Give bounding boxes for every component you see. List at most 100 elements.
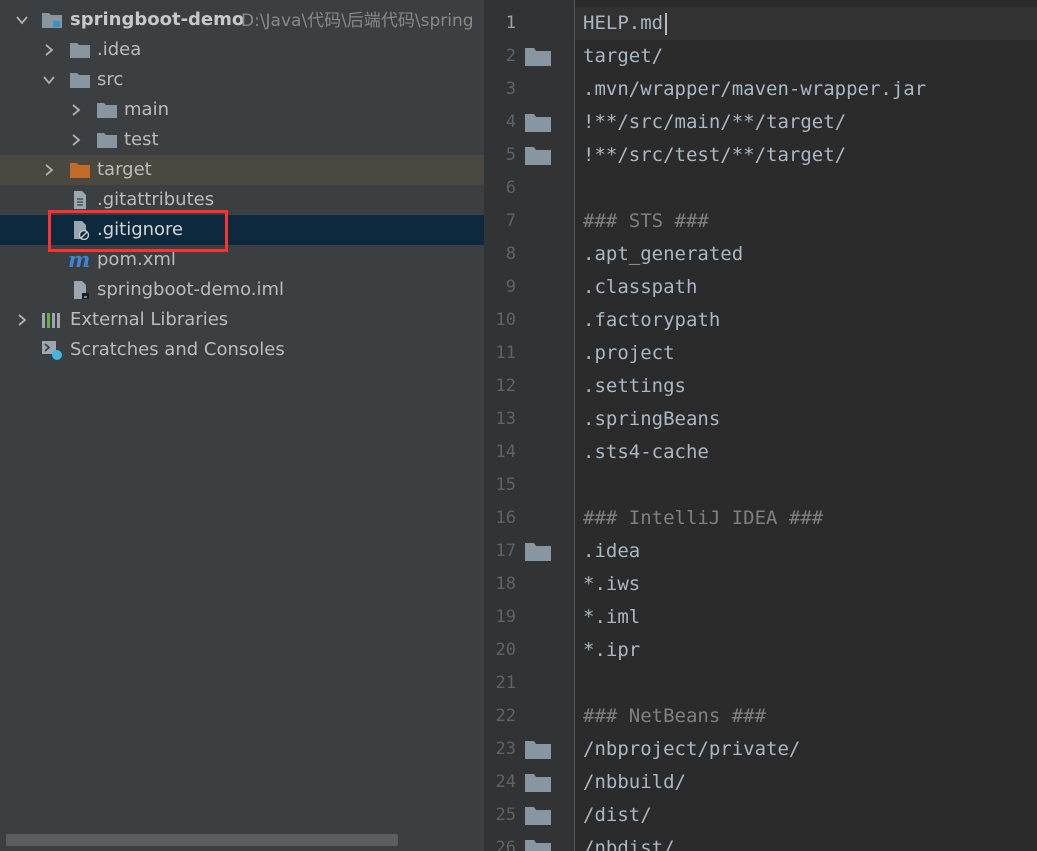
code-text[interactable]: /dist/ (583, 799, 652, 832)
line-number: 9 (505, 277, 516, 297)
code-line[interactable]: 26/nbdist/ (486, 832, 1037, 851)
tree-item-label: main (124, 99, 169, 120)
code-line[interactable]: 4 !**/src/main/**/target/ (486, 106, 1037, 139)
code-line[interactable]: 14 .sts4-cache (486, 436, 1037, 469)
code-line[interactable]: 21 (486, 667, 1037, 700)
tree-item-label: src (97, 69, 124, 90)
annotation-highlight-box (48, 210, 228, 252)
tree-item-iml[interactable]: springboot-demo.iml (0, 275, 484, 305)
code-text[interactable]: .springBeans (583, 403, 720, 436)
editor-pane[interactable]: 1 HELP.md 2 target/3 .mvn/wrapper/maven-wrap… (486, 0, 1037, 851)
code-line[interactable]: 13 .springBeans (486, 403, 1037, 436)
tree-item-idea[interactable]: .idea (0, 35, 484, 65)
code-line[interactable]: 2 target/ (486, 40, 1037, 73)
line-number: 8 (505, 244, 516, 264)
folder-icon (69, 40, 91, 60)
line-number: 15 (495, 475, 516, 495)
code-lines[interactable]: 1 HELP.md 2 target/3 .mvn/wrapper/maven-wrap… (486, 7, 1037, 851)
code-line[interactable]: 5 !**/src/test/**/target/ (486, 139, 1037, 172)
line-number: 5 (505, 145, 516, 165)
tree-item-test[interactable]: test (0, 125, 484, 155)
code-line[interactable]: 1 HELP.md (486, 7, 1037, 40)
code-text[interactable]: .apt_generated (583, 238, 743, 271)
folder-gutter-icon[interactable] (525, 774, 551, 792)
code-text[interactable]: !**/src/test/**/target/ (583, 139, 846, 172)
line-number: 14 (495, 442, 516, 462)
code-line[interactable]: 7 ### STS ### (486, 205, 1037, 238)
code-line[interactable]: 3 .mvn/wrapper/maven-wrapper.jar (486, 73, 1037, 106)
folder-gutter-icon[interactable] (525, 48, 551, 66)
code-line[interactable]: 9 .classpath (486, 271, 1037, 304)
tree-item-external-libraries[interactable]: External Libraries (0, 305, 484, 335)
folder-gutter-icon[interactable] (525, 840, 551, 851)
code-text[interactable]: .factorypath (583, 304, 720, 337)
line-number: 20 (495, 640, 516, 660)
code-text[interactable]: /nbdist/ (583, 832, 675, 851)
line-number: 11 (495, 343, 516, 363)
folder-gutter-icon[interactable] (525, 543, 551, 561)
tree-item-scratches[interactable]: Scratches and Consoles (0, 335, 484, 365)
chevron-down-icon[interactable] (41, 72, 57, 88)
code-text[interactable]: *.iml (583, 601, 640, 634)
code-text[interactable]: ### STS ### (583, 205, 709, 238)
code-text[interactable]: !**/src/main/**/target/ (583, 106, 846, 139)
tree-item-main[interactable]: main (0, 95, 484, 125)
code-line[interactable]: 23/nbproject/private/ (486, 733, 1037, 766)
chevron-right-icon[interactable] (68, 102, 84, 118)
code-text[interactable]: HELP.md (583, 7, 663, 40)
tree-item-src[interactable]: src (0, 65, 484, 95)
code-line[interactable]: 17 .idea (486, 535, 1037, 568)
tree-item-label: springboot-demo.iml (97, 279, 285, 300)
code-text[interactable]: /nbproject/private/ (583, 733, 800, 766)
line-number: 4 (505, 112, 516, 132)
code-text[interactable]: .idea (583, 535, 640, 568)
folder-gutter-icon[interactable] (525, 807, 551, 825)
chevron-right-icon[interactable] (68, 132, 84, 148)
scratches-icon (41, 340, 63, 360)
code-line[interactable]: 19 *.iml (486, 601, 1037, 634)
code-line[interactable]: 16 ### IntelliJ IDEA ### (486, 502, 1037, 535)
code-line[interactable]: 22 ### NetBeans ### (486, 700, 1037, 733)
code-line[interactable]: 8 .apt_generated (486, 238, 1037, 271)
code-text[interactable]: .settings (583, 370, 686, 403)
folder-gutter-icon[interactable] (525, 147, 551, 165)
line-number: 13 (495, 409, 516, 429)
code-text[interactable]: target/ (583, 40, 663, 73)
line-number: 1 (505, 13, 516, 33)
code-text[interactable]: ### IntelliJ IDEA ### (583, 502, 823, 535)
folder-icon (96, 100, 118, 120)
line-number: 19 (495, 607, 516, 627)
code-line[interactable]: 20 *.ipr (486, 634, 1037, 667)
code-text[interactable]: *.ipr (583, 634, 640, 667)
line-number: 2 (505, 46, 516, 66)
code-line[interactable]: 25/dist/ (486, 799, 1037, 832)
chevron-right-icon[interactable] (14, 312, 30, 328)
line-number: 23 (495, 739, 516, 759)
code-text[interactable]: /nbbuild/ (583, 766, 686, 799)
chevron-right-icon[interactable] (41, 42, 57, 58)
code-text[interactable]: .classpath (583, 271, 697, 304)
tree-item-root[interactable]: springboot-demo D:\Java\代码\后端代码\spring (0, 5, 484, 35)
code-line[interactable]: 6 (486, 172, 1037, 205)
code-text[interactable]: .sts4-cache (583, 436, 709, 469)
code-line[interactable]: 15 (486, 469, 1037, 502)
libraries-icon (41, 310, 63, 330)
code-line[interactable]: 18 *.iws (486, 568, 1037, 601)
code-text[interactable]: .project (583, 337, 675, 370)
code-text[interactable]: ### NetBeans ### (583, 700, 766, 733)
code-text[interactable]: *.iws (583, 568, 640, 601)
code-line[interactable]: 10 .factorypath (486, 304, 1037, 337)
folder-gutter-icon[interactable] (525, 741, 551, 759)
text-file-icon (69, 190, 91, 210)
code-line[interactable]: 11 .project (486, 337, 1037, 370)
chevron-down-icon[interactable] (14, 12, 30, 28)
text-caret (665, 13, 667, 35)
line-number: 24 (495, 772, 516, 792)
tree-item-target[interactable]: target (0, 155, 484, 185)
folder-gutter-icon[interactable] (525, 114, 551, 132)
code-line[interactable]: 24/nbbuild/ (486, 766, 1037, 799)
horizontal-scrollbar[interactable] (6, 834, 398, 846)
code-text[interactable]: .mvn/wrapper/maven-wrapper.jar (583, 73, 926, 106)
code-line[interactable]: 12 .settings (486, 370, 1037, 403)
chevron-right-icon[interactable] (41, 162, 57, 178)
